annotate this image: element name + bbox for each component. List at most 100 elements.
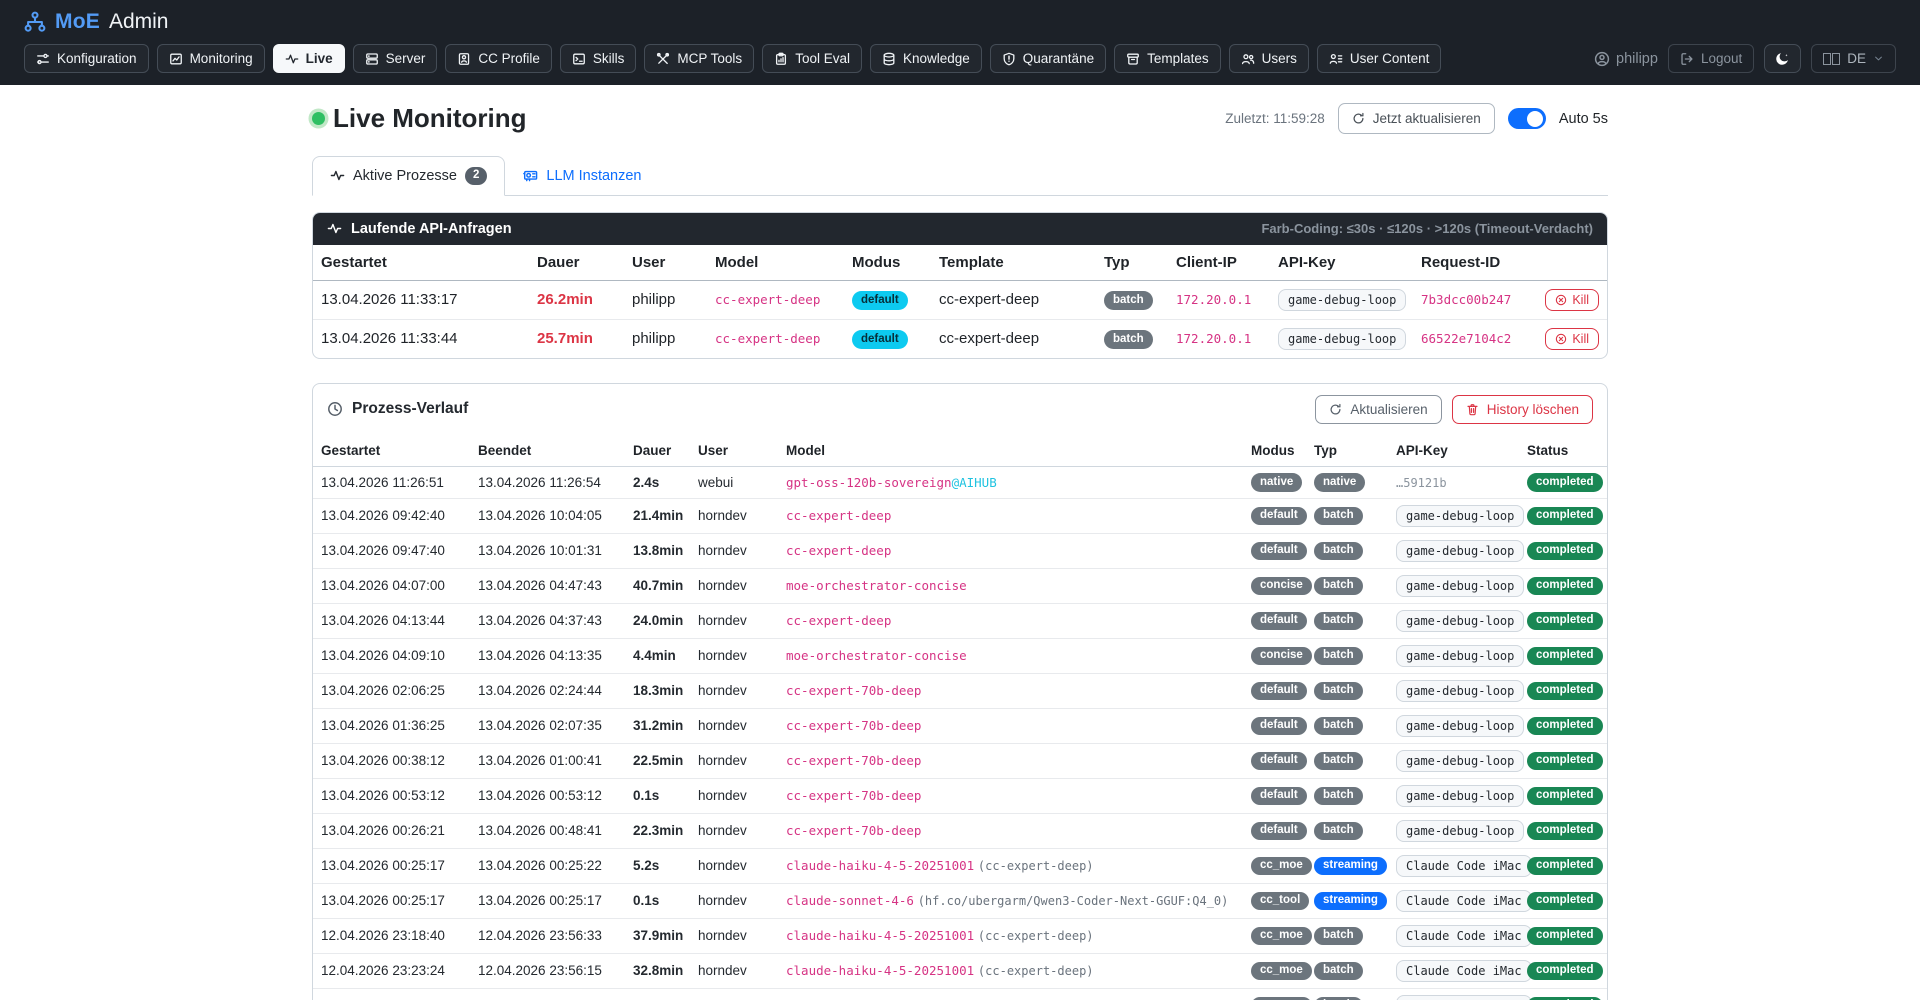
cell-user: webui: [690, 466, 778, 498]
cell-typ: batch: [1306, 568, 1388, 603]
chevron-down-icon: [1873, 53, 1884, 64]
nav-item-user-content[interactable]: User Content: [1317, 44, 1442, 73]
api-key-value: game-debug-loop: [1396, 715, 1524, 737]
nav-item-konfiguration[interactable]: Konfiguration: [24, 44, 149, 73]
language-selector[interactable]: DE: [1811, 44, 1896, 73]
cell-api-key: game-debug-loop: [1388, 743, 1519, 778]
cell-typ: batch: [1306, 953, 1388, 988]
cell-status: completed: [1519, 953, 1607, 988]
history-row: 13.04.2026 01:36:2513.04.2026 02:07:3531…: [313, 708, 1607, 743]
cell-api-key: Claude Code iMac: [1388, 988, 1519, 1000]
nav-item-skills[interactable]: Skills: [560, 44, 637, 73]
nav-item-cc-profile[interactable]: CC Profile: [445, 44, 552, 73]
nav-item-label: Knowledge: [903, 51, 970, 66]
terminal-icon: [572, 52, 586, 66]
kill-label: Kill: [1572, 293, 1589, 307]
cell-modus: default: [1243, 533, 1306, 568]
tab-label: Aktive Prozesse: [353, 168, 457, 184]
cell-duration: 13.8min: [625, 533, 690, 568]
status-badge: completed: [1527, 857, 1603, 876]
cell-typ: batch: [1306, 638, 1388, 673]
kill-button[interactable]: Kill: [1545, 328, 1599, 350]
duration-value: 40.7min: [633, 578, 683, 593]
model-name: cc-expert-70b-deep: [786, 753, 921, 768]
last-updated-text: Zuletzt: 11:59:28: [1225, 111, 1325, 126]
cell-user: horndev: [690, 813, 778, 848]
cell-started: 13.04.2026 01:36:25: [313, 708, 470, 743]
modus-badge: default: [1251, 507, 1307, 526]
auto-refresh-toggle[interactable]: [1508, 108, 1546, 129]
history-row: 13.04.2026 09:47:4013.04.2026 10:01:3113…: [313, 533, 1607, 568]
nav-item-quarantaene[interactable]: Quarantäne: [990, 44, 1106, 73]
clipboard-chart-icon: [774, 52, 788, 66]
trash-icon: [1466, 403, 1479, 416]
navbar: MoE Admin Konfiguration Monitoring Live Ser…: [0, 0, 1920, 85]
logout-button[interactable]: Logout: [1668, 44, 1754, 73]
cell-duration: 0.1s: [625, 778, 690, 813]
nav-item-templates[interactable]: Templates: [1114, 44, 1221, 73]
nav-item-users[interactable]: Users: [1229, 44, 1309, 73]
cell-api-key: game-debug-loop: [1388, 813, 1519, 848]
nav-item-tool-eval[interactable]: Tool Eval: [762, 44, 862, 73]
cell-api-key: game-debug-loop: [1388, 638, 1519, 673]
cell-model: claude-haiku-4-5-20251001 (cc-expert-dee…: [778, 953, 1243, 988]
pulse-icon: [330, 168, 345, 183]
tab-llm-instanzen[interactable]: LLM Instanzen: [505, 156, 659, 196]
nav-item-label: Server: [386, 51, 426, 66]
process-history-table: GestartetBeendetDauerUserModelModusTypAP…: [313, 435, 1607, 1000]
kill-button[interactable]: Kill: [1545, 289, 1599, 311]
cell-api-key: Claude Code iMac: [1388, 883, 1519, 918]
history-table-header-row: GestartetBeendetDauerUserModelModusTypAP…: [313, 435, 1607, 467]
history-refresh-button[interactable]: Aktualisieren: [1315, 395, 1441, 424]
nav-item-label: Templates: [1147, 51, 1209, 66]
running-requests-table: GestartetDauerUserModelModusTemplateTypC…: [313, 245, 1607, 358]
clock-icon: [327, 401, 343, 417]
auto-refresh-label: Auto 5s: [1559, 111, 1608, 127]
cell-model: claude-haiku-4-5-20251001 (cc-expert-dee…: [778, 918, 1243, 953]
cell-modus: default: [844, 319, 931, 358]
modus-badge: default: [1251, 822, 1307, 841]
brand-area: MoE Admin: [24, 10, 1896, 34]
cell-model: cc-expert-deep: [778, 533, 1243, 568]
nav-item-knowledge[interactable]: Knowledge: [870, 44, 982, 73]
tab-aktive-prozesse[interactable]: Aktive Prozesse 2: [312, 156, 505, 196]
running-request-row: 13.04.2026 11:33:1726.2minphilippcc-expe…: [313, 280, 1607, 319]
running-requests-header: Laufende API-Anfragen Farb-Coding: ≤30s …: [313, 213, 1607, 245]
nav-item-label: Tool Eval: [795, 51, 850, 66]
cell-status: completed: [1519, 848, 1607, 883]
nav-item-label: Quarantäne: [1023, 51, 1094, 66]
cell-typ: native: [1306, 466, 1388, 498]
cell-duration: 27.9min: [625, 988, 690, 1000]
nav-item-label: Skills: [593, 51, 625, 66]
history-refresh-label: Aktualisieren: [1350, 402, 1427, 417]
duration-value: 26.2min: [537, 291, 593, 308]
refresh-now-button[interactable]: Jetzt aktualisieren: [1338, 103, 1495, 134]
cell-ended: 13.04.2026 01:00:41: [470, 743, 625, 778]
history-row: 12.04.2026 23:23:2412.04.2026 23:56:1532…: [313, 953, 1607, 988]
nav-item-mcp-tools[interactable]: MCP Tools: [644, 44, 754, 73]
clear-history-button[interactable]: History löschen: [1452, 395, 1593, 424]
duration-value: 0.1s: [633, 893, 659, 908]
modus-badge: default: [1251, 682, 1307, 701]
status-badge: completed: [1527, 752, 1603, 771]
modus-badge: default: [1251, 612, 1307, 631]
kill-label: Kill: [1572, 332, 1589, 346]
dark-mode-toggle-button[interactable]: [1764, 44, 1801, 73]
cell-api-key: Claude Code iMac: [1388, 848, 1519, 883]
history-row: 13.04.2026 04:09:1013.04.2026 04:13:354.…: [313, 638, 1607, 673]
live-status-dot: [312, 112, 325, 125]
cell-modus: default: [844, 280, 931, 319]
tab-count-badge: 2: [465, 167, 487, 185]
model-name: cc-expert-70b-deep: [786, 718, 921, 733]
nav-item-monitoring[interactable]: Monitoring: [157, 44, 265, 73]
color-coding-legend: Farb-Coding: ≤30s · ≤120s · >120s (Timeo…: [1261, 221, 1593, 236]
user-content-icon: [1329, 52, 1343, 66]
model-name: claude-haiku-4-5-20251001: [786, 928, 974, 943]
nav-item-server[interactable]: Server: [353, 44, 438, 73]
cell-modus: concise: [1243, 638, 1306, 673]
api-key-value: game-debug-loop: [1396, 610, 1524, 632]
nav-item-live[interactable]: Live: [273, 44, 345, 73]
duration-value: 32.8min: [633, 963, 683, 978]
moe-logo-icon: [24, 11, 46, 33]
status-badge: completed: [1527, 927, 1603, 946]
